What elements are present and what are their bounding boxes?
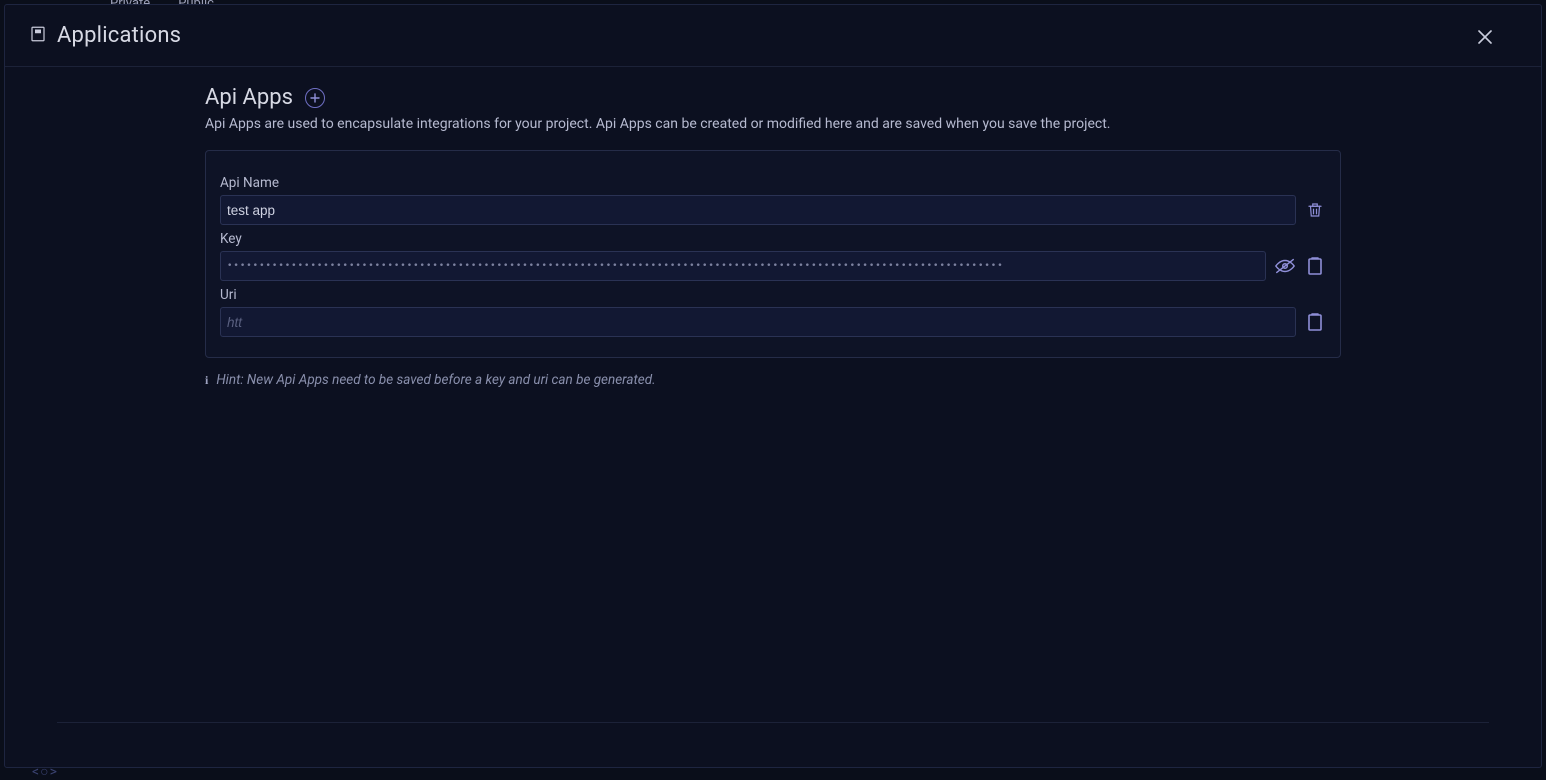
applications-modal: Applications Api Apps Api Apps are used … bbox=[4, 4, 1542, 768]
hint-text: Hint: New Api Apps need to be saved befo… bbox=[216, 372, 655, 388]
applications-icon bbox=[29, 25, 47, 47]
modal-header: Applications bbox=[5, 5, 1541, 67]
copy-uri-button[interactable] bbox=[1304, 311, 1326, 333]
key-input[interactable] bbox=[220, 251, 1266, 281]
modal-title: Applications bbox=[57, 23, 181, 48]
modal-body: Api Apps Api Apps are used to encapsulat… bbox=[5, 67, 1541, 767]
section-title: Api Apps bbox=[205, 85, 293, 110]
code-icon: <○> bbox=[32, 763, 58, 780]
uri-label: Uri bbox=[220, 287, 1326, 303]
hint-row: i Hint: New Api Apps need to be saved be… bbox=[205, 372, 1341, 388]
api-name-input[interactable] bbox=[220, 195, 1296, 225]
key-label: Key bbox=[220, 231, 1326, 247]
info-icon: i bbox=[205, 373, 208, 388]
close-button[interactable] bbox=[1475, 27, 1495, 47]
toggle-key-visibility-button[interactable] bbox=[1274, 255, 1296, 277]
footer-divider bbox=[57, 722, 1489, 723]
section-description: Api Apps are used to encapsulate integra… bbox=[205, 116, 1341, 132]
add-api-app-button[interactable] bbox=[305, 88, 325, 108]
copy-key-button[interactable] bbox=[1304, 255, 1326, 277]
api-name-label: Api Name bbox=[220, 175, 1326, 191]
delete-api-app-button[interactable] bbox=[1304, 199, 1326, 221]
api-app-card: Api Name Key bbox=[205, 150, 1341, 358]
uri-input[interactable] bbox=[220, 307, 1296, 337]
